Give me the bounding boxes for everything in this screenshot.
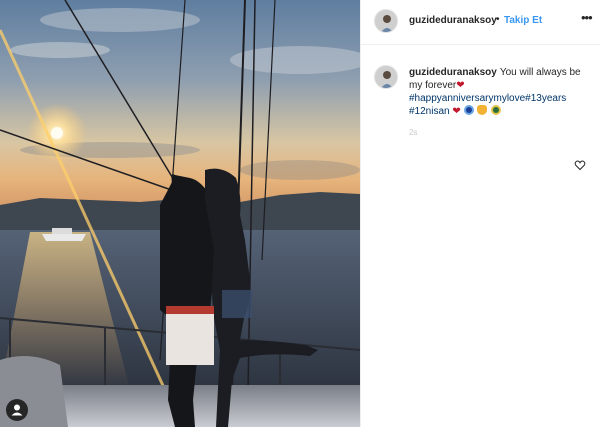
praying-hands-emoji: [477, 105, 488, 115]
ring-emoji: [491, 105, 502, 115]
nazar-eye-emoji: [463, 105, 474, 115]
hashtag-13years[interactable]: #13years: [525, 93, 566, 104]
caption-avatar[interactable]: [374, 65, 398, 89]
post-side-panel: guzideduranaksoy • Takip Et ••• guzidedu…: [360, 0, 600, 427]
red-heart-emoji-2: ❤: [452, 106, 461, 117]
hashtag-12nisan[interactable]: #12nisan: [409, 106, 450, 117]
heart-outline-icon[interactable]: [574, 159, 586, 171]
post-caption: guzideduranaksoy You will always be my fo…: [409, 66, 593, 118]
post-header: guzideduranaksoy • Takip Et •••: [361, 0, 600, 45]
hashtag-happyanniversarymylove[interactable]: #happyanniversarymylove: [409, 93, 525, 104]
post-photo[interactable]: [0, 0, 360, 427]
more-icon[interactable]: •••: [581, 11, 593, 24]
follow-button[interactable]: Takip Et: [504, 15, 542, 26]
red-heart-emoji: ❤: [456, 80, 465, 91]
username-link[interactable]: guzideduranaksoy: [409, 15, 497, 26]
person-tag-icon[interactable]: [6, 399, 28, 421]
caption-username-link[interactable]: guzideduranaksoy: [409, 67, 497, 78]
separator-dot: •: [496, 14, 500, 25]
sunset-sailboat-image: [0, 0, 360, 427]
avatar[interactable]: [374, 9, 398, 33]
caption-timestamp: 2s: [409, 128, 418, 137]
